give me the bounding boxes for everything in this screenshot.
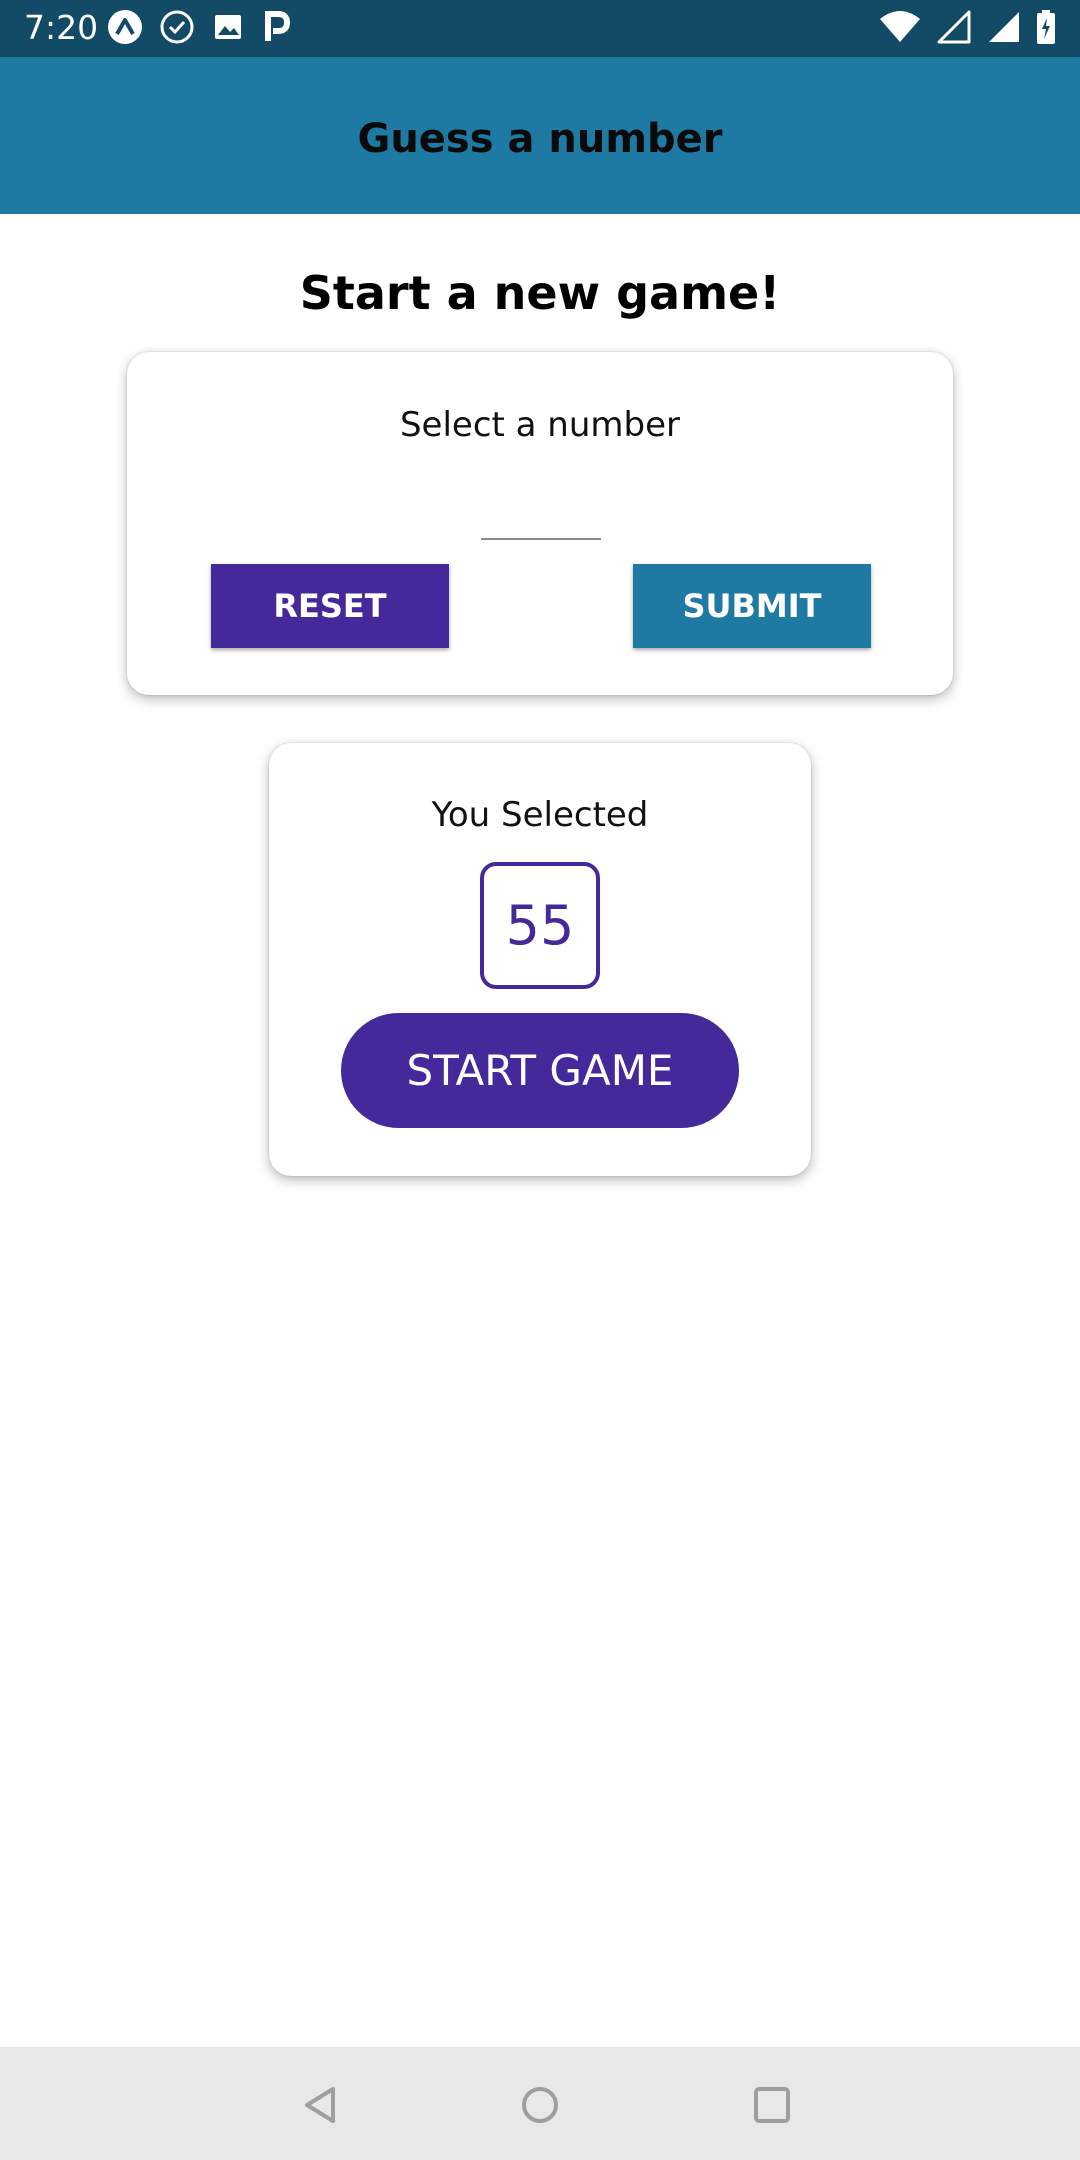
home-icon <box>522 2087 558 2123</box>
signal-icon <box>989 12 1019 42</box>
signal-empty-icon <box>937 10 971 44</box>
battery-charging-icon <box>1037 10 1055 44</box>
app-header: Guess a number <box>0 57 1080 214</box>
status-time: 7:20 <box>24 8 99 47</box>
nav-recents-button[interactable] <box>744 2077 800 2133</box>
start-game-button[interactable]: START GAME <box>341 1013 739 1128</box>
recents-icon <box>754 2087 790 2123</box>
system-nav-bar <box>0 2047 1080 2160</box>
submit-button[interactable]: SUBMIT <box>633 564 871 648</box>
nav-back-button[interactable] <box>293 2077 349 2133</box>
status-right-icons <box>878 9 1056 45</box>
check-circle-icon <box>160 10 194 44</box>
status-bar: 7:20 <box>0 0 1080 57</box>
selected-number-card: You Selected 55 START GAME <box>269 743 811 1176</box>
back-icon <box>305 2087 335 2123</box>
number-input-card: Select a number RESET SUBMIT <box>127 352 953 695</box>
reset-button[interactable]: RESET <box>211 564 449 648</box>
selected-number-display: 55 <box>480 862 600 989</box>
app-screen: 7:20 Guess a number Start a new game! Se… <box>0 0 1080 2160</box>
image-icon <box>215 15 241 39</box>
parking-icon <box>265 11 291 41</box>
select-number-label: Select a number <box>399 405 681 445</box>
number-input[interactable] <box>481 480 601 540</box>
nav-home-button[interactable] <box>512 2077 568 2133</box>
header-title: Guess a number <box>357 115 723 162</box>
you-selected-label: You Selected <box>431 795 649 835</box>
page-title: Start a new game! <box>299 266 781 320</box>
status-left-icons <box>107 9 291 45</box>
wifi-icon <box>880 11 920 42</box>
expo-icon <box>108 10 142 44</box>
